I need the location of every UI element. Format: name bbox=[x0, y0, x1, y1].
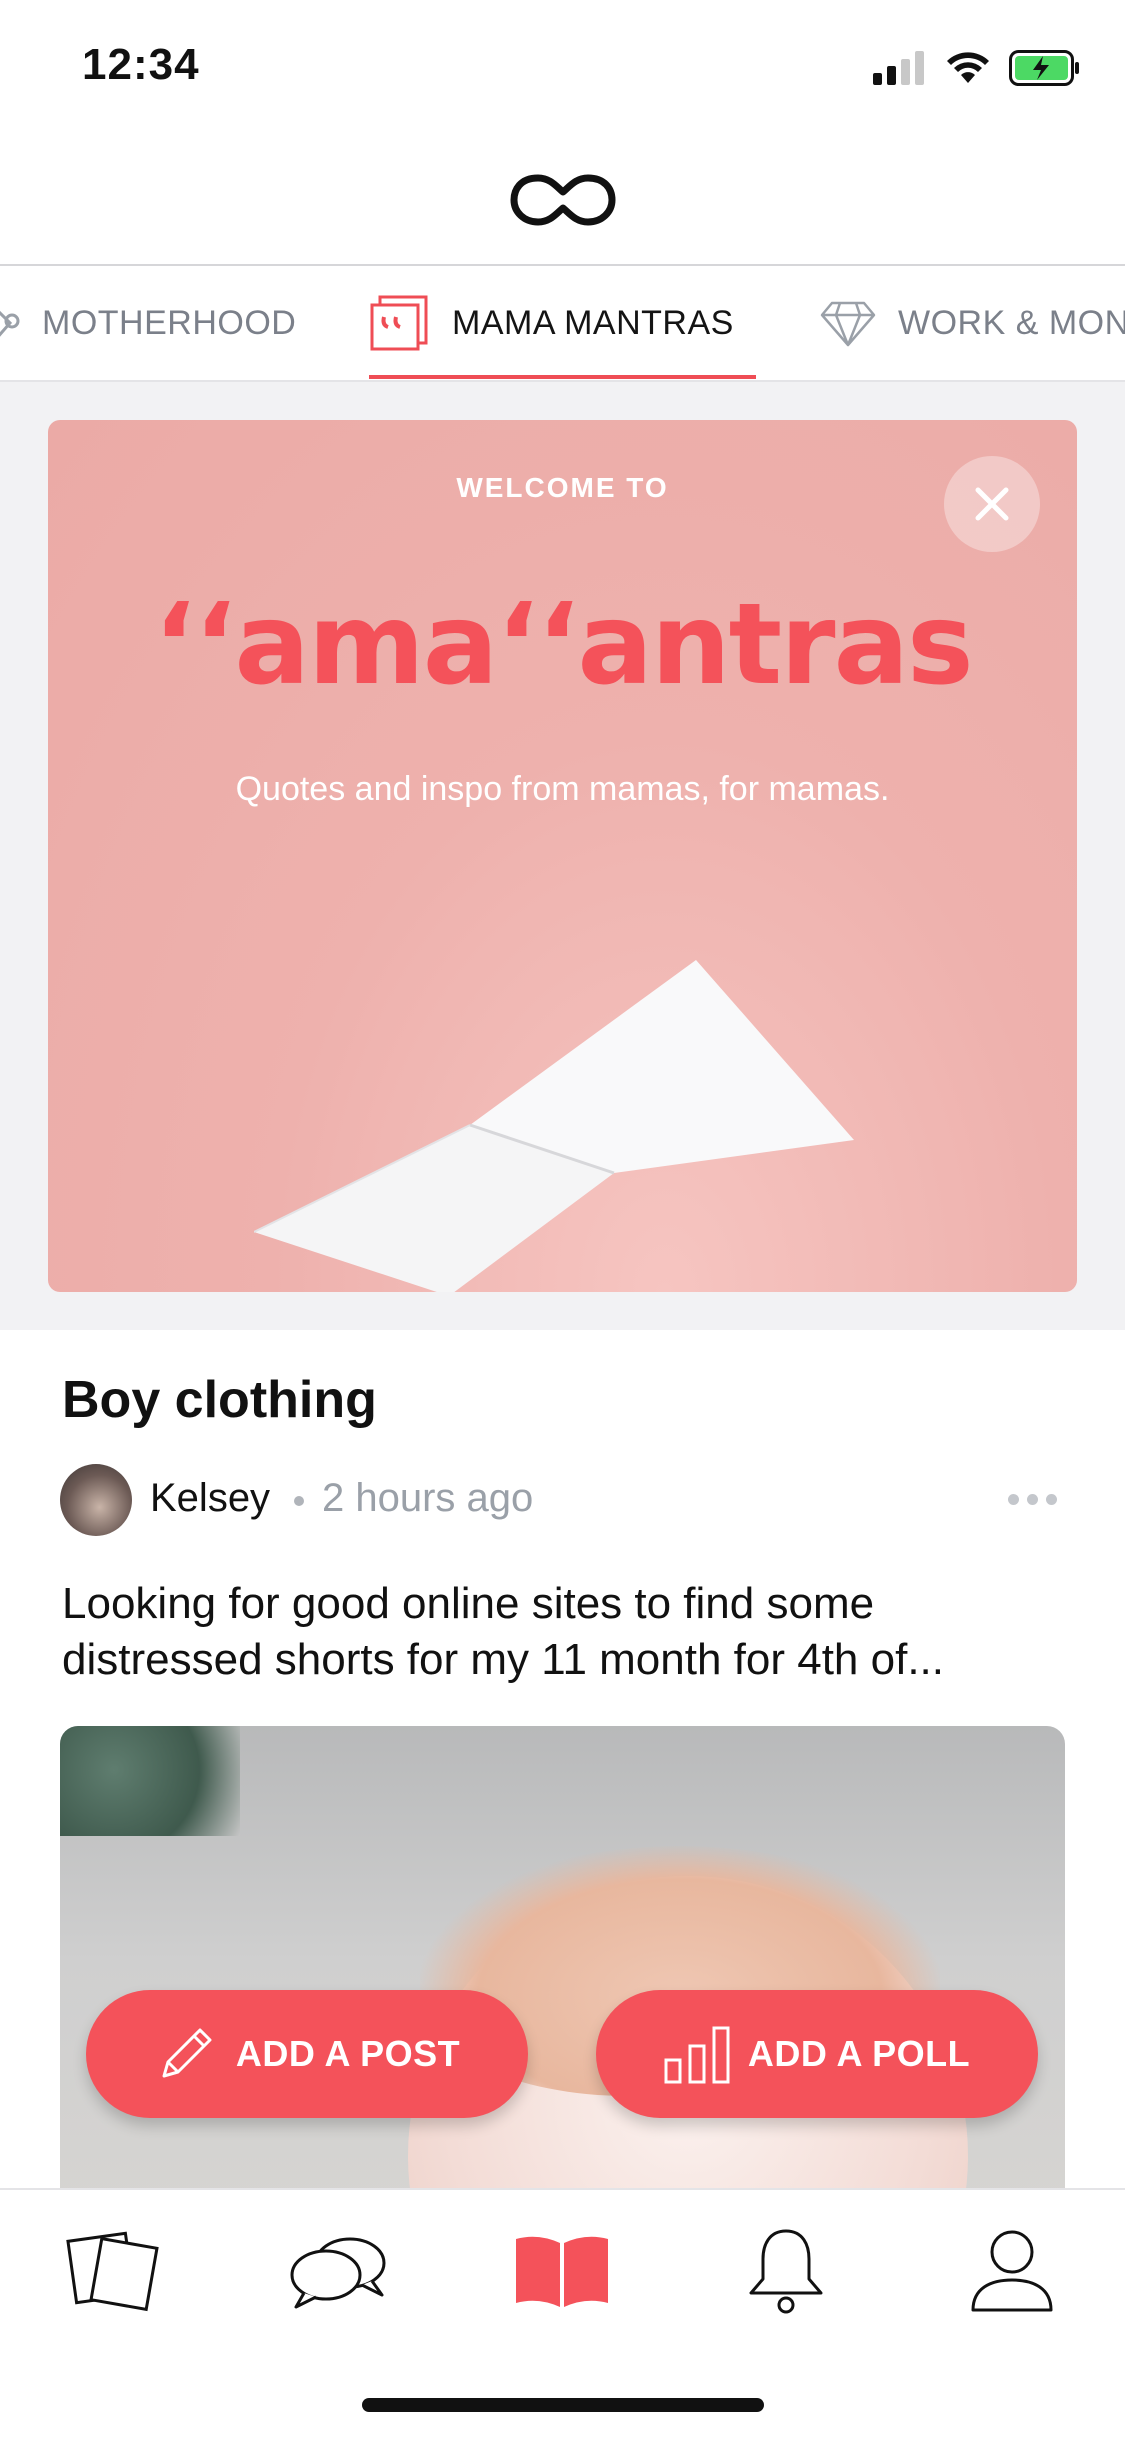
status-icons bbox=[873, 48, 1081, 88]
book-icon bbox=[516, 2236, 608, 2307]
baby-rattle-icon bbox=[0, 310, 20, 337]
battery-icon bbox=[1009, 50, 1079, 86]
top-bar bbox=[0, 132, 1125, 266]
wifi-icon bbox=[947, 52, 989, 83]
post-author[interactable]: Kelsey bbox=[150, 1476, 270, 1521]
post-title[interactable]: Boy clothing bbox=[62, 1370, 377, 1430]
open-book-image bbox=[254, 960, 854, 1292]
pencil-icon bbox=[162, 2028, 212, 2078]
tab-mama-mantras[interactable]: MAMA MANTRAS bbox=[370, 266, 734, 380]
banner-tagline: Quotes and inspo from mamas, for mamas. bbox=[235, 770, 890, 808]
add-poll-button[interactable]: ADD A POLL bbox=[596, 1990, 1038, 2118]
app-logo-icon bbox=[510, 174, 616, 226]
tab-motherhood[interactable]: MOTHERHOOD bbox=[0, 266, 296, 380]
home-indicator[interactable] bbox=[362, 2398, 764, 2412]
tab-label: WORK & MON bbox=[898, 303, 1125, 342]
more-options-icon[interactable] bbox=[1008, 1494, 1057, 1505]
add-post-button[interactable]: ADD A POST bbox=[86, 1990, 528, 2118]
active-tab-indicator bbox=[369, 375, 756, 379]
nav-mantras[interactable] bbox=[502, 2216, 622, 2326]
banner-welcome: WELCOME TO bbox=[456, 472, 669, 503]
nav-messages[interactable] bbox=[278, 2216, 398, 2326]
post-time: 2 hours ago bbox=[322, 1476, 534, 1520]
profile-icon bbox=[971, 2230, 1053, 2312]
add-poll-label: ADD A POLL bbox=[747, 2033, 971, 2074]
close-banner-button[interactable] bbox=[944, 456, 1040, 552]
separator-dot bbox=[294, 1496, 304, 1506]
avatar[interactable] bbox=[60, 1464, 132, 1536]
tab-work-money[interactable]: WORK & MON bbox=[820, 266, 1125, 380]
bell-icon bbox=[749, 2229, 823, 2314]
welcome-banner: WELCOME TO ʻʻamaʻʻantras Quotes and insp… bbox=[48, 420, 1077, 1292]
signal-icon bbox=[873, 51, 924, 85]
status-time: 12:34 bbox=[82, 40, 200, 89]
chat-bubbles-icon bbox=[290, 2237, 386, 2309]
quote-icon bbox=[370, 295, 428, 351]
nav-profile[interactable] bbox=[952, 2216, 1072, 2326]
status-bar: 12:34 bbox=[0, 0, 1125, 132]
cards-icon bbox=[66, 2231, 159, 2312]
close-icon bbox=[975, 487, 1009, 521]
post-image[interactable] bbox=[60, 1726, 1065, 2246]
nav-feed[interactable] bbox=[52, 2216, 172, 2326]
diamond-icon bbox=[820, 301, 876, 347]
tab-label: MOTHERHOOD bbox=[42, 303, 297, 342]
add-post-label: ADD A POST bbox=[235, 2033, 461, 2074]
category-tabs: MOTHERHOOD MAMA MANTRAS WORK & MON bbox=[0, 266, 1125, 382]
post-body[interactable]: Looking for good online sites to find so… bbox=[62, 1576, 1072, 1688]
mama-mantras-logo: ʻʻamaʻʻantras bbox=[153, 580, 973, 710]
banner-area: WELCOME TO ʻʻamaʻʻantras Quotes and insp… bbox=[0, 382, 1125, 1330]
tab-label: MAMA MANTRAS bbox=[452, 303, 734, 342]
nav-notifications[interactable] bbox=[726, 2216, 846, 2326]
bar-chart-icon bbox=[664, 2026, 730, 2084]
